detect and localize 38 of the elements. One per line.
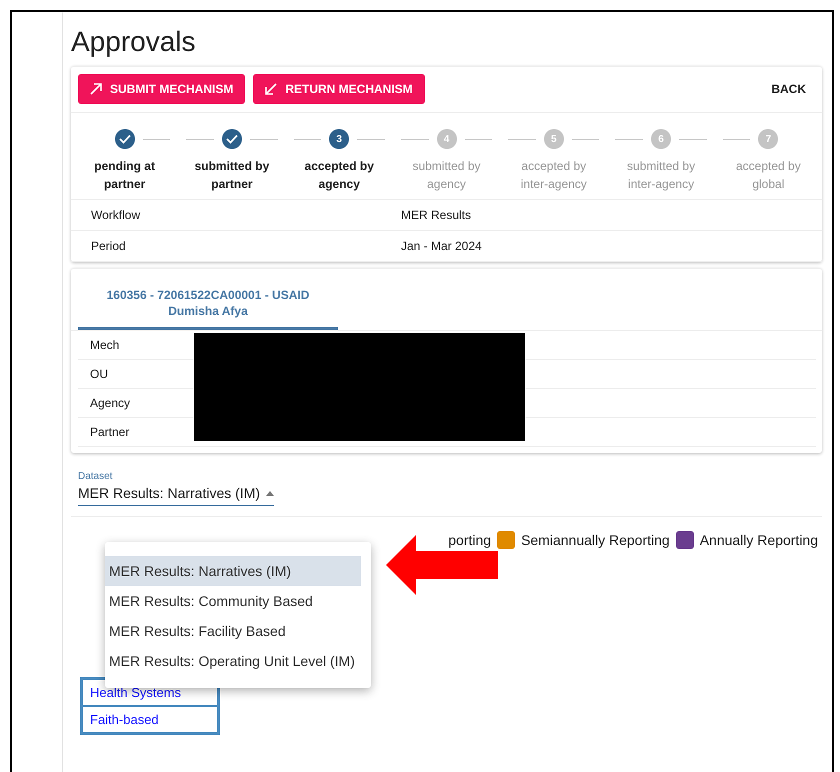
step-number: 7	[758, 129, 778, 149]
menu-item[interactable]: MER Results: Community Based	[105, 586, 361, 616]
menu-item[interactable]: MER Results: Narratives (IM)	[105, 556, 361, 586]
step-label: accepted by agency	[304, 158, 375, 193]
select-value: MER Results: Narratives (IM)	[78, 485, 260, 501]
mechanism-button[interactable]: SUBMIT MECHANISM	[78, 74, 246, 104]
step-label: submitted by inter-agency	[626, 158, 696, 193]
legend-label: Annually Reporting	[700, 532, 818, 548]
mechanism-button[interactable]: RETURN MECHANISM	[253, 74, 425, 104]
arrow-down-left-icon	[265, 83, 278, 95]
field-label: Dataset	[78, 471, 114, 482]
menu-item[interactable]: MER Results: Operating Unit Level (IM)	[105, 646, 361, 676]
arrow-up-right-icon	[90, 83, 102, 95]
mechanism-tab[interactable]: 160356 - 72061522CA00001 - USAID Dumisha Afya	[78, 287, 338, 330]
legend-label: porting	[448, 532, 492, 548]
step-label: submitted by agency	[411, 158, 482, 193]
step-label: accepted by global	[734, 158, 802, 193]
row-label: Partner	[90, 425, 130, 439]
page-title: Approvals	[71, 26, 196, 58]
dataset-select[interactable]: Dataset MER Results: Narratives (IM)	[78, 471, 274, 506]
step-number: 4	[436, 129, 456, 149]
back-button[interactable]: BACK	[763, 76, 814, 102]
row-label: Mech	[90, 338, 120, 352]
info-label: Period	[91, 239, 127, 253]
step-label: pending at partner	[93, 158, 156, 193]
step-number: 5	[544, 129, 564, 149]
table-link[interactable]: Faith-based	[82, 706, 218, 733]
row-label: Agency	[90, 396, 130, 410]
step-number: 3	[329, 129, 350, 149]
step-label: accepted by inter-agency	[520, 158, 588, 193]
info-value: MER Results	[401, 208, 472, 222]
step-label: submitted by partner	[194, 158, 270, 193]
menu-item[interactable]: MER Results: Facility Based	[105, 616, 361, 646]
row-label: OU	[90, 367, 108, 381]
legend-label: Semiannually Reporting	[521, 532, 670, 548]
info-label: Workflow	[91, 208, 142, 222]
step-number: 6	[651, 129, 672, 149]
info-value: Jan - Mar 2024	[401, 239, 482, 253]
